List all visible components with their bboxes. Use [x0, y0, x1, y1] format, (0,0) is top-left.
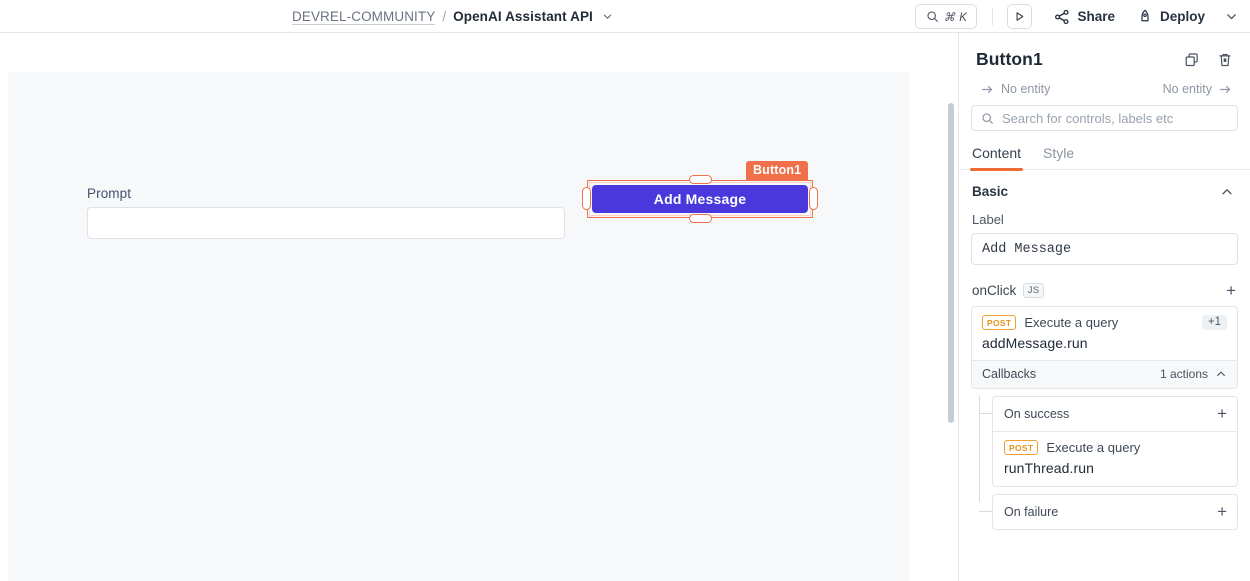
previous-entity-label: No entity	[1001, 82, 1051, 96]
property-tabs: Content Style	[959, 145, 1250, 171]
label-field-label: Label	[972, 212, 1004, 227]
prompt-widget-label: Prompt	[87, 186, 132, 201]
on-failure-label: On failure	[1004, 504, 1059, 519]
basic-section-title: Basic	[972, 184, 1009, 199]
add-action-button[interactable]: +	[1226, 282, 1236, 299]
property-pane-header: Button1	[959, 33, 1250, 70]
canvas-page[interactable]: Prompt Button1 Add Message	[8, 72, 910, 581]
js-badge[interactable]: JS	[1023, 282, 1044, 299]
onclick-row: onClick JS +	[959, 265, 1250, 299]
add-message-button[interactable]: Add Message	[592, 185, 808, 213]
property-search[interactable]	[971, 105, 1238, 131]
resize-handle-top[interactable]	[689, 175, 712, 184]
top-header: DEVREL-COMMUNITY / OpenAI Assistant API …	[0, 0, 1250, 33]
action-kind-label: Execute a query	[1024, 315, 1119, 330]
post-method-badge: POST	[1004, 440, 1039, 455]
extra-actions-badge[interactable]: +1	[1201, 315, 1227, 330]
prompt-input[interactable]	[87, 207, 565, 239]
canvas-scrollbar[interactable]	[948, 103, 954, 423]
label-field-input[interactable]: Add Message	[971, 233, 1238, 265]
resize-handle-bottom[interactable]	[689, 214, 712, 223]
tab-style[interactable]: Style	[1043, 145, 1074, 169]
basic-section-header[interactable]: Basic	[959, 170, 1250, 199]
action-top: POST Execute a query +1	[982, 315, 1227, 330]
header-divider	[992, 8, 994, 25]
widget-name-tag[interactable]: Button1	[746, 161, 809, 180]
property-pane: Button1 No entity No entity Search for c…	[958, 33, 1250, 581]
resize-handle-left[interactable]	[582, 187, 591, 210]
chevron-up-icon[interactable]	[1215, 368, 1227, 380]
onclick-action-card[interactable]: POST Execute a query +1 addMessage.run C…	[971, 306, 1238, 389]
play-icon	[1013, 10, 1026, 23]
callbacks-tree: On success + POST Execute a query runThr…	[971, 396, 1238, 530]
copy-icon[interactable]	[1184, 52, 1200, 68]
share-nodes-icon	[1054, 9, 1070, 25]
property-pane-header-actions	[1184, 52, 1233, 68]
next-entity[interactable]: No entity	[1163, 82, 1232, 96]
onclick-label: onClick	[972, 283, 1017, 298]
rocket-icon	[1137, 9, 1153, 25]
breadcrumb-separator: /	[442, 9, 447, 24]
search-shortcut: ⌘ K	[943, 11, 968, 24]
chevron-up-icon[interactable]	[1220, 185, 1234, 199]
search-icon	[981, 112, 994, 125]
resize-handle-right[interactable]	[809, 187, 818, 210]
callbacks-bar[interactable]: Callbacks 1 actions	[972, 360, 1237, 388]
on-success-action[interactable]: POST Execute a query runThread.run	[993, 431, 1237, 486]
callbacks-count: 1 actions	[1159, 367, 1208, 381]
action-top-left: POST Execute a query	[982, 315, 1118, 330]
search-icon	[926, 10, 939, 23]
action-query-name[interactable]: addMessage.run	[982, 335, 1227, 351]
callbacks-label: Callbacks	[982, 367, 1037, 381]
on-success-query-name[interactable]: runThread.run	[1004, 460, 1227, 476]
breadcrumb: DEVREL-COMMUNITY / OpenAI Assistant API	[292, 0, 613, 33]
onclick-row-left: onClick JS	[972, 282, 1044, 299]
on-success-label: On success	[1004, 406, 1070, 421]
on-success-header[interactable]: On success +	[993, 397, 1237, 431]
share-label: Share	[1077, 9, 1115, 24]
deploy-options-chevron-down-icon[interactable]	[1225, 10, 1238, 23]
preview-button[interactable]	[1007, 4, 1033, 29]
post-method-badge: POST	[982, 315, 1017, 330]
next-entity-label: No entity	[1162, 82, 1212, 96]
entity-navigation: No entity No entity	[959, 70, 1250, 96]
deploy-label: Deploy	[1159, 9, 1205, 24]
breadcrumb-app-name[interactable]: OpenAI Assistant API	[453, 9, 593, 24]
appsmith-editor: DEVREL-COMMUNITY / OpenAI Assistant API …	[0, 0, 1250, 581]
add-on-success-action-button[interactable]: +	[1217, 405, 1227, 422]
header-actions: ⌘ K Share Deploy	[915, 0, 1250, 33]
share-button[interactable]: Share	[1054, 9, 1115, 25]
tab-content[interactable]: Content	[969, 145, 1024, 171]
on-failure-header[interactable]: On failure +	[993, 495, 1237, 529]
breadcrumb-org[interactable]: DEVREL-COMMUNITY	[292, 9, 436, 25]
deploy-button[interactable]: Deploy	[1137, 9, 1205, 25]
canvas-area[interactable]: Prompt Button1 Add Message	[0, 33, 958, 581]
search-input[interactable]	[1002, 110, 1228, 126]
action-main[interactable]: POST Execute a query +1 addMessage.run	[972, 307, 1237, 360]
on-success-branch: On success + POST Execute a query runThr…	[979, 396, 1238, 487]
on-success-action-top: POST Execute a query	[1004, 440, 1227, 455]
on-success-card[interactable]: On success + POST Execute a query runThr…	[992, 396, 1238, 487]
global-search-button[interactable]: ⌘ K	[915, 4, 978, 29]
arrow-right-icon	[1219, 83, 1232, 96]
page-title: Button1	[976, 49, 1043, 69]
action-kind-label: Execute a query	[1046, 440, 1141, 455]
trash-icon[interactable]	[1217, 52, 1233, 68]
callbacks-right: 1 actions	[1160, 367, 1227, 381]
previous-entity[interactable]: No entity	[981, 82, 1050, 96]
chevron-down-icon[interactable]	[602, 11, 613, 22]
on-failure-card[interactable]: On failure +	[992, 494, 1238, 530]
add-on-failure-action-button[interactable]: +	[1217, 503, 1227, 520]
arrow-right-icon	[981, 83, 994, 96]
on-failure-branch: On failure +	[979, 494, 1238, 530]
